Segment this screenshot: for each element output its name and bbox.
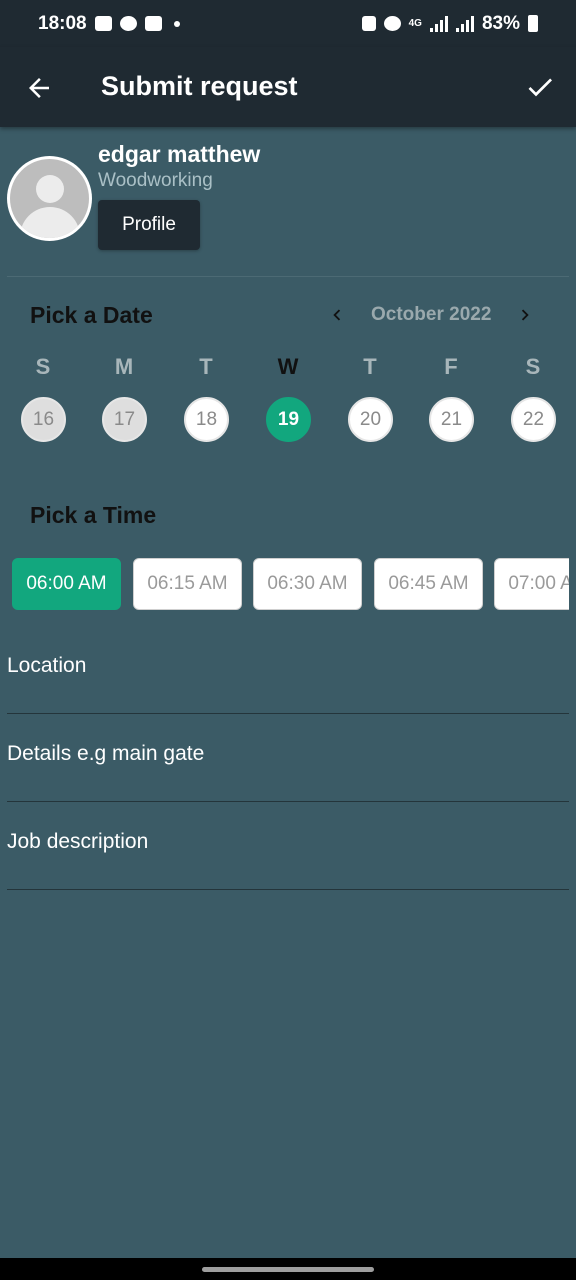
network-type: 4G: [408, 17, 422, 29]
field-underline: [7, 801, 569, 802]
system-nav-bar: [0, 1258, 576, 1280]
user-trade: Woodworking: [98, 170, 213, 191]
arrow-left-icon: [29, 78, 49, 98]
day-cell[interactable]: 22: [511, 397, 556, 442]
location-field[interactable]: Location: [7, 654, 569, 714]
pick-date-heading: Pick a Date: [30, 302, 153, 328]
details-field[interactable]: Details e.g main gate: [7, 742, 569, 802]
day-cell-disabled: 17: [102, 397, 147, 442]
day-cell-disabled: 16: [21, 397, 66, 442]
next-month-button[interactable]: [514, 304, 536, 326]
home-gesture-handle[interactable]: [202, 1267, 374, 1272]
time-slot[interactable]: 06:15 AM: [133, 558, 242, 610]
chevron-left-icon: [333, 309, 341, 321]
pick-time-heading: Pick a Time: [30, 502, 157, 528]
day-cell[interactable]: 20: [348, 397, 393, 442]
back-button[interactable]: [24, 73, 54, 103]
gallery-notification-icon: [94, 16, 112, 31]
weekday-label: S: [525, 354, 541, 379]
battery-level: 83%: [481, 12, 520, 34]
profile-card: edgar matthew Woodworking Profile: [0, 127, 576, 277]
job-description-placeholder: Job description: [7, 830, 149, 853]
field-underline: [7, 889, 569, 890]
battery-icon: [528, 15, 538, 32]
location-placeholder: Location: [7, 654, 87, 677]
app-notification-icon: [119, 16, 137, 31]
time-slot[interactable]: 06:45 AM: [374, 558, 483, 610]
divider: [7, 276, 569, 277]
avatar-placeholder-icon: [10, 159, 89, 238]
alarm-icon: [383, 16, 401, 31]
day-cell[interactable]: 21: [429, 397, 474, 442]
weekday-label: F: [444, 354, 458, 379]
month-label: October 2022: [371, 304, 492, 325]
page-title: Submit request: [101, 71, 298, 101]
signal-2-icon: [455, 15, 474, 32]
time-slot-list[interactable]: 06:00 AM 06:15 AM 06:30 AM 06:45 AM 07:0…: [12, 558, 569, 610]
weekday-label: T: [363, 354, 377, 379]
previous-month-button[interactable]: [326, 304, 348, 326]
status-time: 18:08: [38, 12, 87, 34]
chevron-right-icon: [521, 309, 529, 321]
status-left: 18:08: [38, 13, 180, 35]
weekday-label-selected: W: [277, 354, 299, 379]
signal-icon: [429, 15, 448, 32]
time-slot-selected[interactable]: 06:00 AM: [12, 558, 121, 610]
day-cell-selected[interactable]: 19: [266, 397, 311, 442]
user-name: edgar matthew: [98, 141, 261, 167]
avatar: [7, 156, 92, 241]
weekday-label: M: [114, 354, 134, 379]
weekday-label: S: [35, 354, 51, 379]
job-description-field[interactable]: Job description: [7, 830, 569, 890]
status-bar: 18:08 4G 83%: [0, 0, 576, 47]
time-slot[interactable]: 07:00 AM: [494, 558, 569, 610]
time-slot[interactable]: 06:30 AM: [253, 558, 362, 610]
day-cell[interactable]: 18: [184, 397, 229, 442]
data-saver-icon: [361, 16, 376, 31]
details-placeholder: Details e.g main gate: [7, 742, 205, 765]
more-notifications-icon: [173, 20, 180, 27]
status-right: 4G 83%: [361, 12, 538, 35]
profile-button[interactable]: Profile: [98, 200, 200, 250]
check-icon: [528, 78, 552, 97]
weekday-label: T: [199, 354, 213, 379]
submit-button[interactable]: [524, 71, 556, 103]
field-underline: [7, 713, 569, 714]
app-bar: Submit request: [0, 47, 576, 127]
message-notification-icon: [144, 16, 162, 31]
